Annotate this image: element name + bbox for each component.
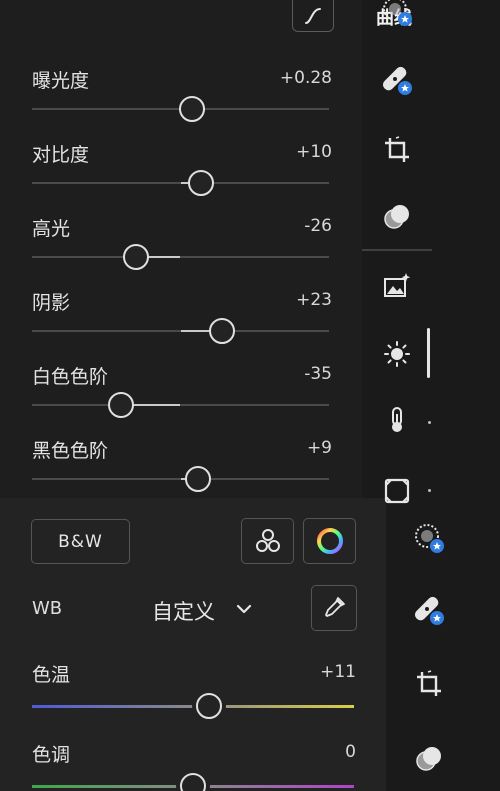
temperature-slider-thumb[interactable] [196,693,223,719]
color-mixer-button[interactable] [241,518,294,564]
highlights-slider-thumb[interactable] [122,244,149,270]
crop-icon[interactable] [410,665,448,703]
collapsed-indicator [428,489,431,492]
active-tool-indicator [427,328,430,378]
heal-icon[interactable] [378,0,416,30]
whites-slider-thumb[interactable] [108,392,135,418]
chevron-down-icon[interactable] [234,599,254,619]
highlights-label: 高光 [32,218,71,240]
highlights-value: -26 [304,216,332,236]
blacks-label: 黑色色阶 [32,440,109,462]
temperature-value: +11 [320,662,356,682]
bandage-icon[interactable] [378,61,416,99]
wb-label: WB [32,598,63,619]
temperature-icon[interactable] [378,401,416,439]
crop-icon[interactable] [378,131,416,169]
blacks-value: +9 [306,438,332,458]
eyedropper-button[interactable] [311,585,357,631]
vignette-icon[interactable] [378,472,416,510]
contrast-value: +10 [296,142,332,162]
collapsed-indicator [428,421,431,424]
eyedropper-icon [325,597,345,617]
heal-icon[interactable] [410,519,448,557]
highlights-slider-track[interactable] [32,256,329,258]
color-wheel-icon [316,528,343,554]
exposure-label: 曝光度 [32,70,90,92]
tint-value: 0 [345,742,356,762]
shadows-value: +23 [296,290,332,310]
auto-enhance-icon[interactable] [378,267,416,305]
mask-icon[interactable] [378,198,416,236]
exposure-value: +0.28 [279,68,332,88]
temperature-label: 色温 [32,664,71,686]
color-grading-button[interactable] [303,518,356,564]
curves-button[interactable] [292,0,334,32]
whites-label: 白色色阶 [32,366,109,388]
whites-value: -35 [304,364,332,384]
light-icon[interactable] [378,335,416,373]
contrast-label: 对比度 [32,144,90,166]
curve-icon [305,7,321,24]
wb-preset-select[interactable]: 自定义 [152,596,215,626]
shadows-label: 阴影 [32,292,71,314]
bw-button[interactable]: B&W [31,519,130,564]
bandage-icon[interactable] [410,591,448,629]
three-circles-icon [255,529,280,552]
rail-divider [362,249,432,251]
mask-icon[interactable] [410,740,448,778]
temperature-slider-track[interactable] [32,705,354,708]
whites-slider-track[interactable] [32,404,329,406]
tint-label: 色调 [32,744,71,766]
shadows-slider-thumb[interactable] [209,318,236,344]
